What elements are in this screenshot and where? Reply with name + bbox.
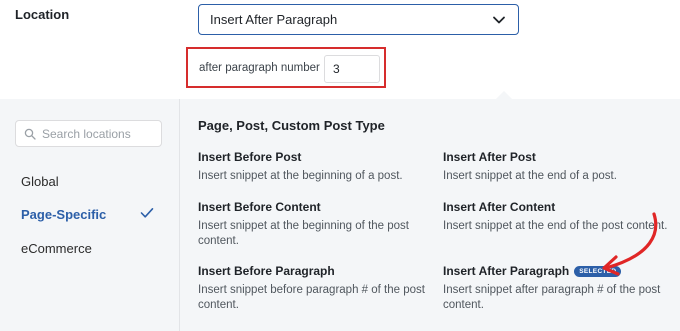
checkmark-icon: [140, 208, 154, 218]
option-description: Insert snippet at the beginning of a pos…: [198, 170, 403, 182]
location-label: Location: [15, 7, 70, 22]
search-placeholder: Search locations: [42, 126, 131, 141]
sidebar-item-page-specific[interactable]: Page-Specific: [21, 207, 106, 222]
location-panel: Location Insert After Paragraph after pa…: [0, 0, 680, 100]
option-description: Insert snippet after paragraph # of the …: [443, 284, 661, 311]
section-title: Page, Post, Custom Post Type: [198, 118, 385, 133]
location-select-value: Insert After Paragraph: [210, 12, 338, 27]
option-insert-before-paragraph[interactable]: Insert Before Paragraph Insert snippet b…: [198, 264, 433, 313]
option-title: Insert Before Paragraph: [198, 264, 335, 278]
option-title: Insert Before Content: [198, 200, 321, 214]
search-locations-input[interactable]: Search locations: [15, 120, 162, 147]
search-icon: [24, 128, 36, 140]
option-title: Insert After Paragraph: [443, 264, 570, 278]
paragraph-number-label: after paragraph number: [199, 62, 320, 74]
location-sidebar: Search locations Global Page-Specific eC…: [0, 99, 180, 331]
option-title: Insert After Post: [443, 150, 536, 164]
option-insert-before-content[interactable]: Insert Before Content Insert snippet at …: [198, 200, 433, 249]
option-description: Insert snippet at the beginning of the p…: [198, 220, 409, 247]
sidebar-item-global[interactable]: Global: [21, 174, 59, 189]
location-select[interactable]: Insert After Paragraph: [198, 4, 519, 35]
option-title: Insert Before Post: [198, 150, 302, 164]
chevron-down-icon: [493, 16, 505, 24]
option-insert-after-post[interactable]: Insert After Post Insert snippet at the …: [443, 150, 678, 184]
red-arrow-annotation: [602, 212, 658, 276]
option-description: Insert snippet at the end of a post.: [443, 170, 617, 182]
option-insert-before-post[interactable]: Insert Before Post Insert snippet at the…: [198, 150, 433, 184]
option-description: Insert snippet before paragraph # of the…: [198, 284, 425, 311]
paragraph-number-input[interactable]: 3: [324, 55, 380, 83]
sidebar-item-ecommerce[interactable]: eCommerce: [21, 241, 92, 256]
